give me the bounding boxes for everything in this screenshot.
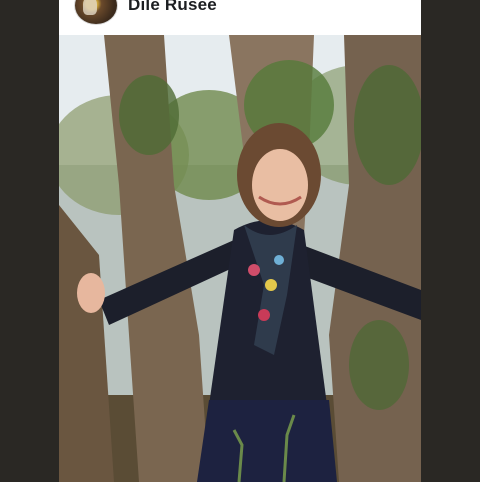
profile-avatar[interactable] <box>74 0 118 25</box>
post-header: Dile Rusee <box>59 0 421 35</box>
author-name[interactable]: Dile Rusee <box>128 0 217 15</box>
woman-in-forest-photo-icon <box>59 35 421 482</box>
post-photo[interactable] <box>59 35 421 482</box>
photo-post: Dile Rusee <box>59 0 421 482</box>
